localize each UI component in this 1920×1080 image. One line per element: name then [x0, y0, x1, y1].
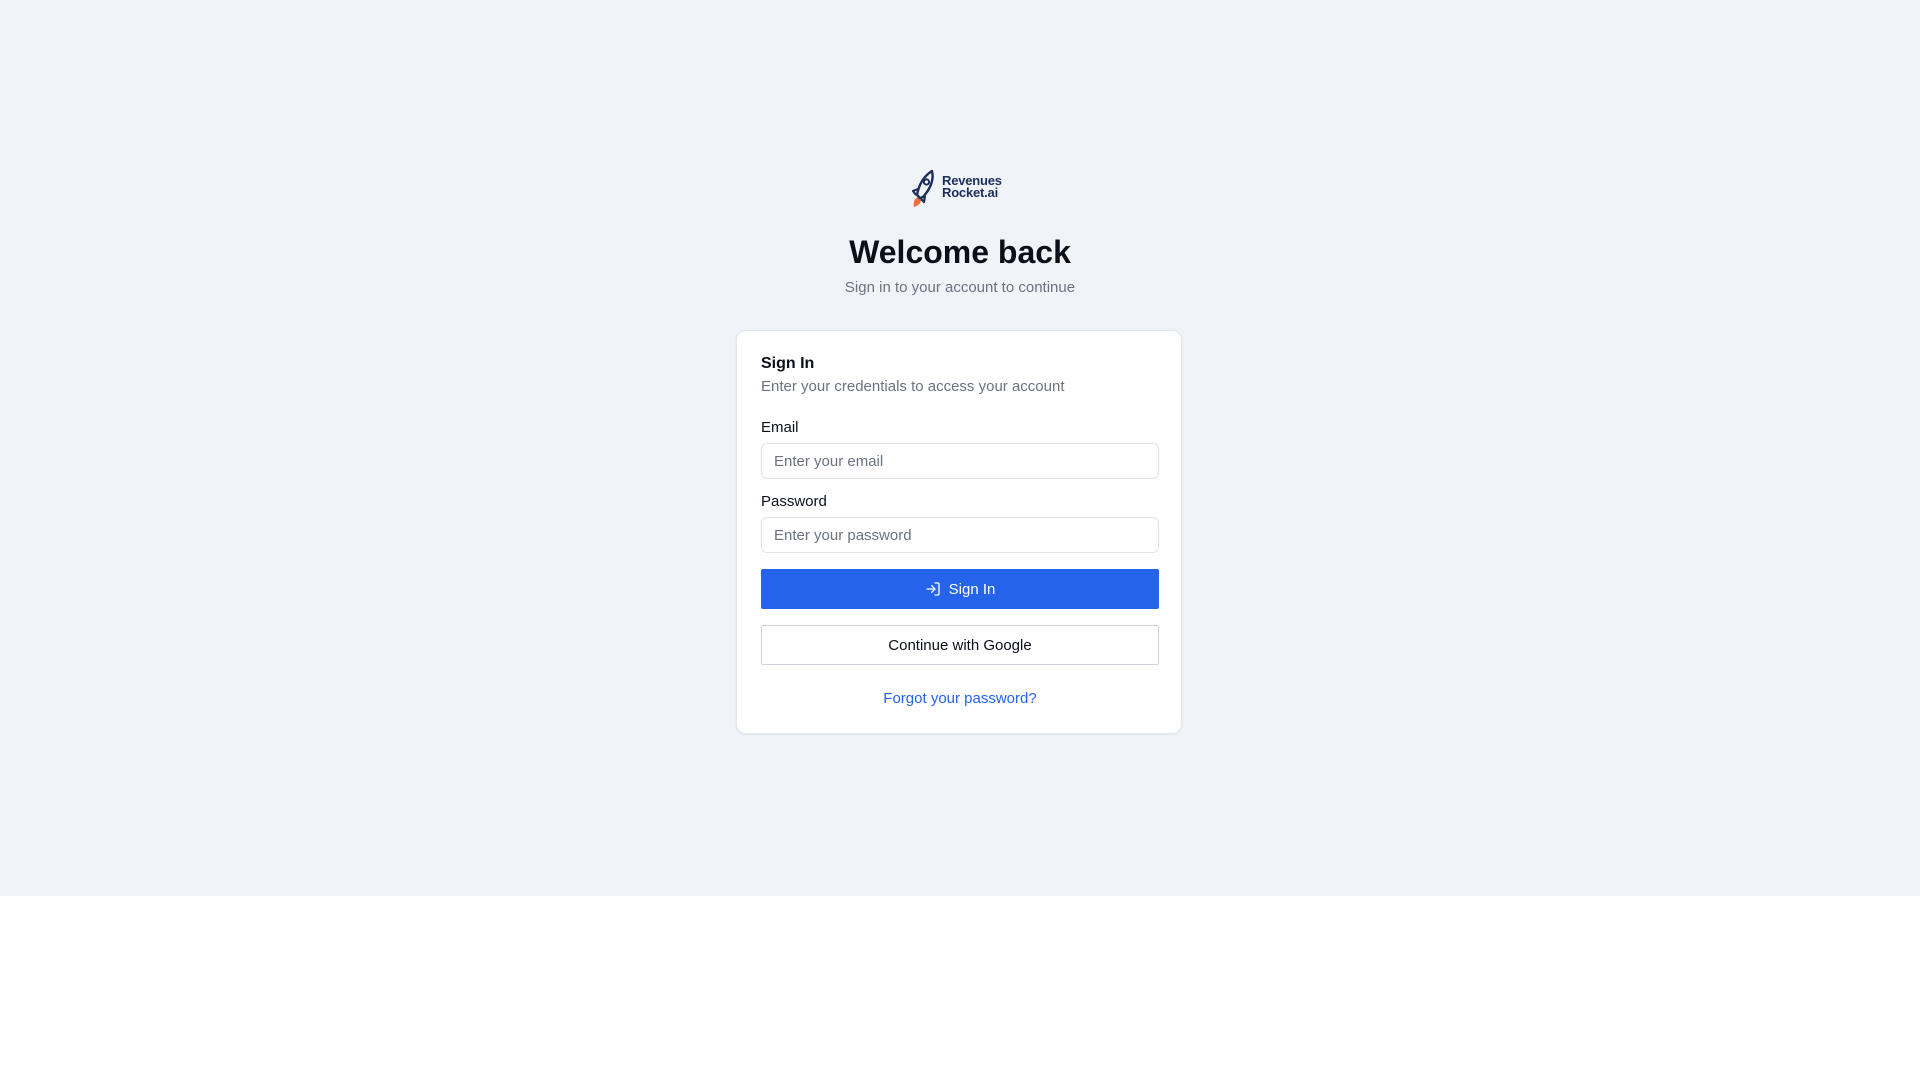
brand-logo: Revenues Rocket.ai — [910, 166, 1010, 208]
brand-wordmark-line2: Rocket.ai — [942, 185, 999, 200]
page-subtitle: Sign in to your account to continue — [844, 279, 1076, 296]
sign-in-button-label: Sign In — [948, 580, 996, 598]
email-label: Email — [761, 419, 799, 436]
brand-wordmark: Revenues Rocket.ai — [942, 174, 1002, 200]
password-label: Password — [761, 493, 827, 510]
forgot-password-link[interactable]: Forgot your password? — [737, 689, 1183, 709]
log-in-icon — [925, 582, 940, 596]
continue-with-google-button[interactable]: Continue with Google — [761, 625, 1159, 665]
page-title: Welcome back — [849, 234, 1071, 270]
password-field[interactable] — [761, 517, 1159, 553]
email-field[interactable] — [761, 443, 1159, 479]
card-title: Sign In — [761, 355, 815, 372]
sign-in-button[interactable]: Sign In — [761, 569, 1159, 609]
card-description: Enter your credentials to access your ac… — [761, 378, 1065, 395]
sign-in-card: Sign In Enter your credentials to access… — [736, 330, 1182, 734]
google-button-label: Continue with Google — [888, 636, 1032, 654]
rocket-icon — [911, 169, 934, 207]
